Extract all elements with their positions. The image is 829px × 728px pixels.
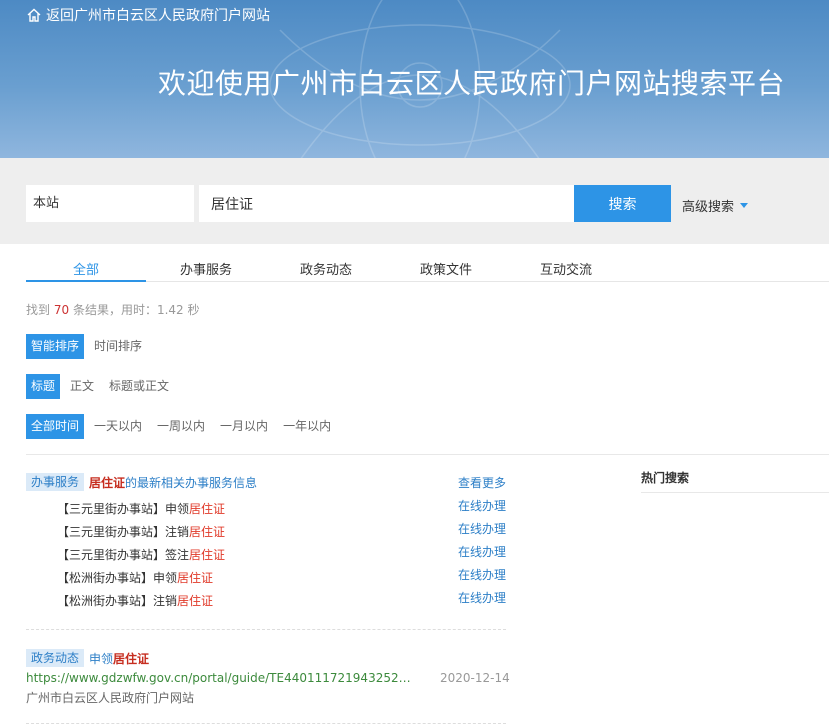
service-item-label: 【三元里街办事站】签注 xyxy=(57,548,190,562)
service-item[interactable]: 【三元里街办事站】签注居住证 xyxy=(57,546,225,563)
news-title-keyword: 居住证 xyxy=(113,651,150,666)
service-item-keyword: 居住证 xyxy=(189,502,226,516)
category-tabs: 全部 办事服务 政务动态 政策文件 互动交流 xyxy=(26,259,829,282)
online-apply-link[interactable]: 在线办理 xyxy=(458,566,506,583)
tab-services[interactable]: 办事服务 xyxy=(146,259,266,282)
search-scope-field[interactable]: 本站 xyxy=(26,185,194,222)
service-keyword: 居住证 xyxy=(89,475,126,490)
news-result-site: 广州市白云区人民政府门户网站 xyxy=(26,691,195,705)
time-week[interactable]: 一周以内 xyxy=(152,414,210,439)
home-icon xyxy=(27,8,41,22)
divider xyxy=(26,454,829,455)
service-item-keyword: 居住证 xyxy=(177,594,214,608)
tab-all[interactable]: 全部 xyxy=(26,259,146,282)
result-count: 找到 70 条结果，用时：1.42 秒 xyxy=(26,301,200,318)
tab-news[interactable]: 政务动态 xyxy=(266,259,386,282)
field-title[interactable]: 标题 xyxy=(26,374,61,399)
news-result-title[interactable]: 申领居住证 xyxy=(89,650,149,667)
service-item[interactable]: 【松洲街办事站】注销居住证 xyxy=(57,592,213,609)
news-title-text: 申领 xyxy=(89,651,114,666)
dashed-divider xyxy=(26,723,506,724)
hot-search-title: 热门搜索 xyxy=(641,471,690,485)
advanced-search-label: 高级搜索 xyxy=(682,200,735,215)
service-item-keyword: 居住证 xyxy=(177,571,214,585)
service-item[interactable]: 【松洲街办事站】申领居住证 xyxy=(57,569,213,586)
service-item-label: 【松洲街办事站】申领 xyxy=(57,571,178,585)
back-to-portal-link[interactable]: 返回广州市白云区人民政府门户网站 xyxy=(26,5,270,25)
result-count-number: 70 xyxy=(53,303,70,317)
time-year[interactable]: 一年以内 xyxy=(278,414,336,439)
time-all[interactable]: 全部时间 xyxy=(26,414,85,439)
news-tag: 政务动态 xyxy=(26,649,85,667)
caret-down-icon xyxy=(740,203,749,208)
service-item-label: 【三元里街办事站】注销 xyxy=(57,525,190,539)
search-input[interactable] xyxy=(199,185,575,222)
field-title-or-body[interactable]: 标题或正文 xyxy=(104,374,174,399)
time-day[interactable]: 一天以内 xyxy=(89,414,147,439)
sort-filter: 智能排序 时间排序 xyxy=(26,334,152,359)
online-apply-link[interactable]: 在线办理 xyxy=(458,497,506,514)
service-item-keyword: 居住证 xyxy=(189,525,226,539)
result-count-suffix: 条结果，用时：1.42 秒 xyxy=(72,303,200,317)
service-item-label: 【松洲街办事站】注销 xyxy=(57,594,178,608)
online-apply-link[interactable]: 在线办理 xyxy=(458,520,506,537)
service-block-header: 办事服务 居住证的最新相关办事服务信息 xyxy=(26,473,257,491)
service-item[interactable]: 【三元里街办事站】注销居住证 xyxy=(57,523,225,540)
header-banner: 返回广州市白云区人民政府门户网站 欢迎使用广州市白云区人民政府门户网站搜索平台 xyxy=(0,0,829,158)
result-count-prefix: 找到 xyxy=(26,303,51,317)
search-button[interactable]: 搜索 xyxy=(574,185,671,222)
see-more-link[interactable]: 查看更多 xyxy=(458,474,506,491)
time-month[interactable]: 一月以内 xyxy=(215,414,273,439)
news-result-date: 2020-12-14 xyxy=(440,671,510,685)
search-bar: 本站 搜索 高级搜索 xyxy=(0,158,829,244)
hot-search-divider xyxy=(641,492,829,493)
field-body[interactable]: 正文 xyxy=(65,374,99,399)
online-apply-link[interactable]: 在线办理 xyxy=(458,589,506,606)
dashed-divider xyxy=(26,629,506,630)
tab-interaction[interactable]: 互动交流 xyxy=(506,259,626,282)
service-item-keyword: 居住证 xyxy=(189,548,226,562)
time-filter: 全部时间 一天以内 一周以内 一月以内 一年以内 xyxy=(26,414,341,439)
advanced-search-toggle[interactable]: 高级搜索 xyxy=(682,196,749,215)
service-item-label: 【三元里街办事站】申领 xyxy=(57,502,190,516)
news-result-header: 政务动态 申领居住证 xyxy=(26,649,149,667)
service-tag: 办事服务 xyxy=(26,473,85,491)
news-result-url[interactable]: https://www.gdzwfw.gov.cn/portal/guide/T… xyxy=(26,671,418,685)
field-filter: 标题 正文 标题或正文 xyxy=(26,374,179,399)
service-header-text: 的最新相关办事服务信息 xyxy=(125,475,258,490)
page-title: 欢迎使用广州市白云区人民政府门户网站搜索平台 xyxy=(157,67,785,100)
sort-time[interactable]: 时间排序 xyxy=(89,334,147,359)
sort-smart[interactable]: 智能排序 xyxy=(26,334,85,359)
tab-policy[interactable]: 政策文件 xyxy=(386,259,506,282)
service-item[interactable]: 【三元里街办事站】申领居住证 xyxy=(57,500,225,517)
back-link-label: 返回广州市白云区人民政府门户网站 xyxy=(46,8,270,24)
online-apply-link[interactable]: 在线办理 xyxy=(458,543,506,560)
